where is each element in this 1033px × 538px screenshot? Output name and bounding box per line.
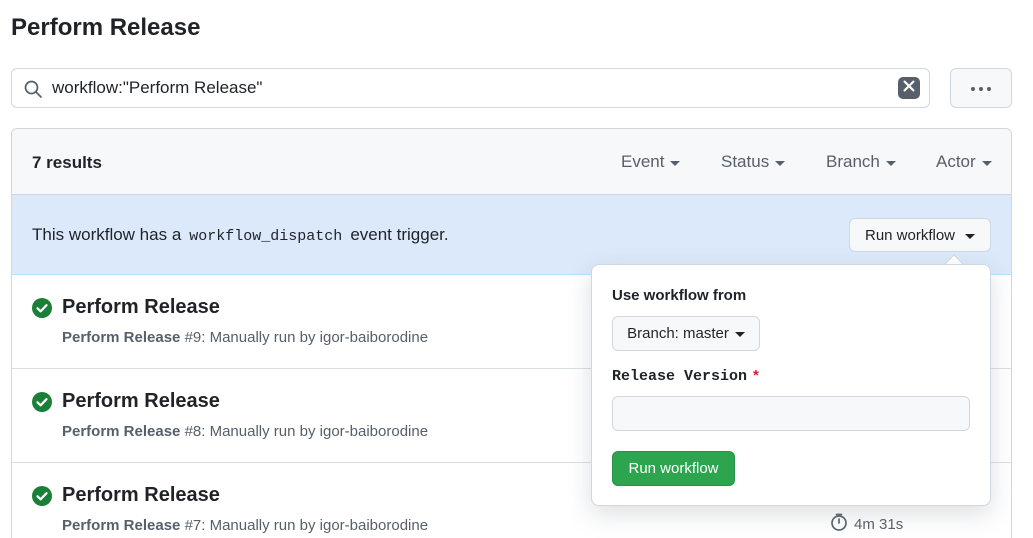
run-workflow-popover: Use workflow from Branch: master Release… [591, 264, 991, 506]
dispatch-text-before: This workflow has a [32, 225, 182, 244]
clear-search-button[interactable] [898, 77, 920, 99]
filter-actor-label: Actor [936, 152, 976, 171]
filter-event[interactable]: Event [621, 152, 681, 172]
check-circle-icon [32, 486, 52, 506]
check-circle-icon [32, 392, 52, 412]
triangle-down-icon [734, 332, 745, 337]
triangle-down-icon [965, 233, 976, 239]
triangle-down-icon [775, 160, 786, 166]
dispatch-message: This workflow has a workflow_dispatch ev… [32, 225, 449, 245]
dispatch-event-code: workflow_dispatch [189, 228, 343, 245]
workflow-dispatch-banner: This workflow has a workflow_dispatch ev… [12, 195, 1011, 275]
filter-branch[interactable]: Branch [826, 152, 896, 172]
filter-branch-label: Branch [826, 152, 880, 171]
close-icon [903, 79, 915, 97]
run-meta: Perform Release #7: Manually run by igor… [62, 517, 428, 534]
filter-actor[interactable]: Actor [936, 152, 992, 172]
run-meta-text: #8: Manually run by igor-baiborodine [180, 423, 429, 440]
triangle-down-icon [885, 160, 896, 166]
search-box[interactable] [11, 68, 930, 108]
filter-status[interactable]: Status [721, 152, 786, 172]
required-marker: * [753, 367, 759, 384]
search-icon [23, 79, 43, 99]
kebab-horizontal-icon [970, 79, 992, 97]
run-workflow-label: Run workflow [864, 226, 956, 244]
search-input[interactable] [52, 69, 882, 107]
release-version-input[interactable] [612, 396, 970, 431]
filter-event-label: Event [621, 152, 665, 171]
run-meta: Perform Release #8: Manually run by igor… [62, 423, 428, 440]
run-workflow-name: Perform Release [62, 329, 181, 346]
run-workflow-submit-button[interactable]: Run workflow [612, 451, 735, 486]
check-circle-icon [32, 298, 52, 318]
triangle-down-icon [981, 160, 992, 166]
run-workflow-dropdown-button[interactable]: Run workflow [849, 218, 991, 252]
run-title-link[interactable]: Perform Release [62, 390, 220, 413]
release-version-label-text: Release Version [612, 368, 748, 385]
stopwatch-icon [830, 513, 848, 535]
run-meta: Perform Release #9: Manually run by igor… [62, 329, 428, 346]
filter-status-label: Status [721, 152, 770, 171]
run-title-link[interactable]: Perform Release [62, 296, 220, 319]
branch-select-button[interactable]: Branch: master [612, 316, 760, 351]
run-title-link[interactable]: Perform Release [62, 484, 220, 507]
release-version-label: Release Version * [612, 367, 759, 385]
more-options-button[interactable] [950, 68, 1012, 108]
runs-header: 7 results Event Status Branch Actor [12, 129, 1011, 195]
triangle-down-icon [670, 160, 681, 166]
results-count: 7 results [32, 153, 102, 172]
page-title: Perform Release [11, 14, 201, 41]
run-workflow-name: Perform Release [62, 423, 181, 440]
run-duration-text: 4m 31s [854, 515, 904, 533]
run-meta-text: #7: Manually run by igor-baiborodine [180, 517, 429, 534]
dispatch-text-after: event trigger. [350, 225, 449, 244]
run-duration: 4m 31s [830, 513, 903, 535]
use-workflow-from-heading: Use workflow from [612, 287, 747, 304]
run-meta-text: #9: Manually run by igor-baiborodine [180, 329, 429, 346]
run-workflow-name: Perform Release [62, 517, 181, 534]
branch-select-label: Branch: master [627, 325, 729, 342]
